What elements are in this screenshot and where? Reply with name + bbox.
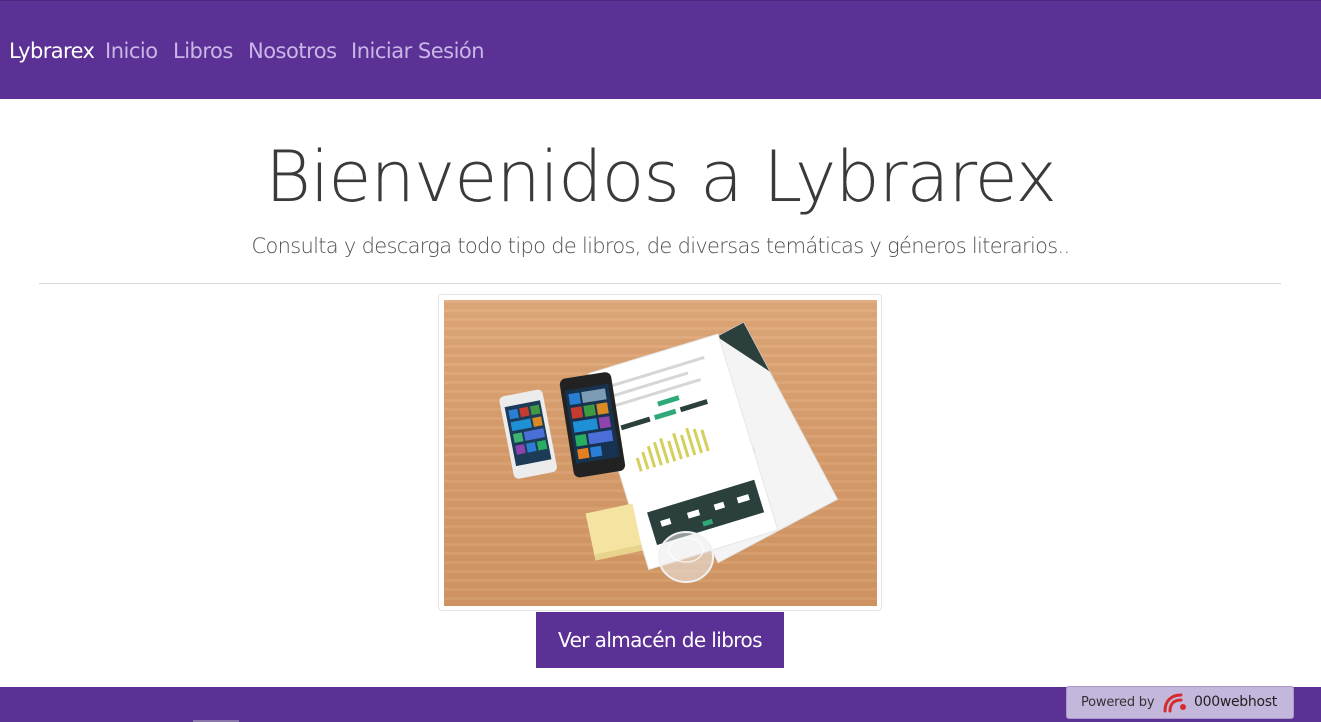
page-subtitle: Consulta y descarga todo tipo de libros,… [251, 234, 1071, 258]
nav-link-iniciar-sesion[interactable]: Iniciar Sesión [351, 39, 485, 63]
navbar: Lybrarex Inicio Libros Nosotros Iniciar … [0, 0, 1321, 99]
nav-link-nosotros[interactable]: Nosotros [248, 39, 337, 63]
page: Lybrarex Inicio Libros Nosotros Iniciar … [0, 0, 1321, 722]
webhost-brand-label: 000webhost [1194, 694, 1277, 710]
hero-photo-illustration [499, 321, 839, 583]
ver-almacen-button[interactable]: Ver almacén de libros [536, 612, 784, 668]
powered-by-label: Powered by [1081, 695, 1155, 710]
nav-link-inicio[interactable]: Inicio [105, 39, 158, 63]
page-title: Bienvenidos a Lybrarex [265, 136, 1057, 218]
webhost-logo-icon [1163, 693, 1186, 713]
brand-link[interactable]: Lybrarex [9, 39, 95, 63]
hero-image-frame [438, 294, 882, 611]
divider [39, 283, 1281, 284]
hero-photo [444, 300, 877, 606]
powered-by-badge[interactable]: Powered by 000webhost [1066, 686, 1294, 719]
nav-link-libros[interactable]: Libros [173, 39, 233, 63]
